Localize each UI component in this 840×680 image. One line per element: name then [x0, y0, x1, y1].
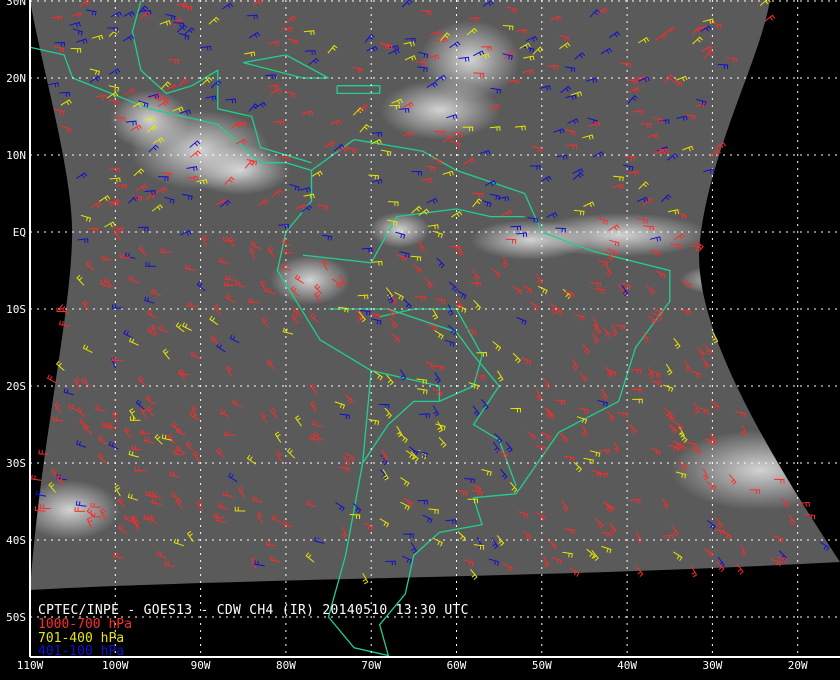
lon-label: 50W — [531, 659, 552, 672]
map-title: CPTEC/INPE - GOES13 - CDW CH4 (IR) 20140… — [38, 603, 469, 618]
lat-label: 20S — [6, 380, 26, 393]
lat-label: 30S — [6, 457, 26, 470]
legend-low-level: 1000-700 hPa — [38, 617, 132, 632]
lon-label: 60W — [446, 659, 467, 672]
lat-label: 20N — [6, 72, 26, 85]
lon-label: 40W — [617, 659, 638, 672]
wind-barb — [46, 374, 57, 384]
lat-label: 40S — [6, 534, 26, 547]
lon-label: 70W — [361, 659, 382, 672]
lat-label: 30N — [6, 0, 26, 8]
lon-label: 80W — [275, 659, 296, 672]
wind-barb — [31, 474, 42, 481]
lat-label: 10S — [6, 303, 26, 316]
cloud-area — [470, 220, 590, 260]
legend-high-level: 401-100 hPa — [38, 644, 125, 659]
satellite-wind-map: 30N 20N 10N EQ 10S 20S 30S 40S 50S 110W 100W 90W 80… — [0, 0, 840, 680]
cloud-area — [270, 255, 350, 305]
lat-label: 10N — [6, 149, 26, 162]
lon-label: 90W — [190, 659, 211, 672]
lon-label: 20W — [787, 659, 808, 672]
lon-label: 100W — [102, 659, 129, 672]
lat-label: 50S — [6, 611, 26, 624]
cloud-area — [770, 380, 840, 460]
cloud-area — [370, 212, 430, 248]
lon-label: 110W — [16, 659, 44, 672]
lat-label: EQ — [12, 226, 26, 239]
cloud-area — [190, 145, 290, 195]
map-canvas — [29, 0, 840, 658]
lon-label: 30W — [702, 659, 723, 672]
cloud-area — [680, 265, 760, 295]
